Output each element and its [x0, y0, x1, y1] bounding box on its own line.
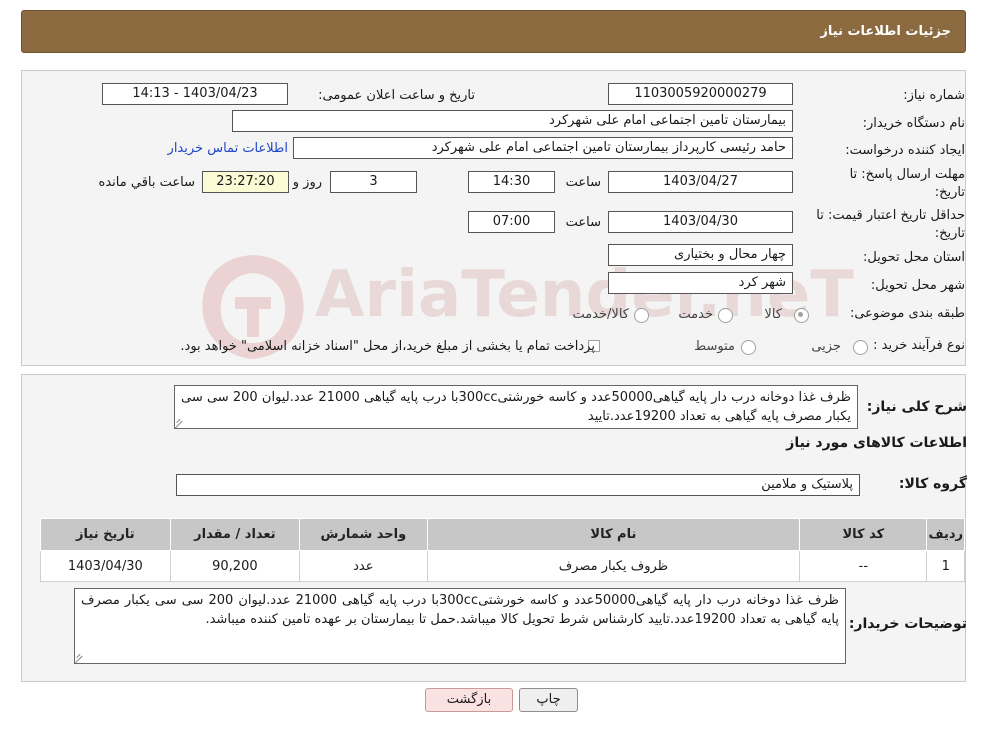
- validity-label: حداقل تاریخ اعتبار قیمت: تا: [816, 208, 965, 223]
- process-label: نوع فرآیند خرید :: [873, 338, 965, 353]
- table-row: 1 -- ظروف یکبار مصرف عدد 90,200 1403/04/…: [40, 550, 965, 582]
- city-label: شهر محل تحویل:: [870, 278, 965, 293]
- validity-time-label: ساعت: [565, 215, 601, 230]
- cell-row-num: 1: [926, 550, 965, 582]
- process-medium-label: متوسط: [694, 339, 735, 354]
- category-goods-service-label: کالا/خدمت: [572, 307, 629, 322]
- buyer-notes-label: توضیحات خریدار:: [848, 616, 967, 632]
- province-label: استان محل تحویل:: [863, 250, 965, 265]
- cell-unit: عدد: [299, 550, 428, 582]
- print-button[interactable]: چاپ: [519, 688, 578, 712]
- days-label: روز و: [292, 175, 322, 190]
- deadline-time-field: 14:30: [468, 171, 555, 193]
- summary-text: ظرف غذا دوخانه درب دار پایه گیاهی50000عد…: [181, 390, 851, 424]
- category-goods-label: کالا: [764, 307, 782, 322]
- col-header-quantity: تعداد / مقدار: [169, 518, 301, 551]
- category-service-label: خدمت: [678, 307, 713, 322]
- category-radio-goods-service[interactable]: [634, 308, 649, 323]
- process-note: پرداخت تمام یا بخشی از مبلغ خرید،از محل …: [180, 339, 595, 354]
- remaining-time-field: 23:27:20: [202, 171, 289, 193]
- buyer-notes-text: ظرف غذا دوخانه درب دار پایه گیاهی50000عد…: [81, 593, 839, 627]
- category-label: طبقه بندی موضوعی:: [849, 306, 965, 321]
- deadline-label: مهلت ارسال پاسخ: تا: [849, 167, 965, 182]
- summary-textarea[interactable]: ظرف غذا دوخانه درب دار پایه گیاهی50000عد…: [174, 385, 858, 429]
- resize-grip-icon[interactable]: [77, 653, 86, 662]
- goods-group-label: گروه کالا:: [898, 476, 967, 492]
- items-table: ردیف کد کالا نام کالا واحد شمارش تعداد /…: [40, 518, 965, 582]
- deadline-label-2: تاریخ:: [934, 185, 965, 200]
- col-header-need-date: تاریخ نیاز: [40, 518, 171, 551]
- cell-need-date: 1403/04/30: [40, 550, 171, 582]
- creator-field: حامد رئیسی کارپرداز بیمارستان تامین اجتم…: [293, 137, 793, 159]
- announce-field: 1403/04/23 - 14:13: [102, 83, 288, 105]
- buyer-org-field: بیمارستان تامین اجتماعی امام علی شهرکرد: [232, 110, 793, 132]
- category-radio-goods[interactable]: [794, 308, 809, 323]
- process-radio-minor[interactable]: [853, 340, 868, 355]
- remaining-label: ساعت باقي مانده: [98, 175, 195, 190]
- resize-grip-icon[interactable]: [177, 418, 186, 427]
- days-field: 3: [330, 171, 417, 193]
- buyer-contact-link[interactable]: اطلاعات تماس خریدار: [168, 139, 288, 159]
- cell-code: --: [799, 550, 928, 582]
- validity-date-field: 1403/04/30: [608, 211, 793, 233]
- goods-group-field: پلاستیک و ملامین: [176, 474, 860, 496]
- buyer-org-label: نام دستگاه خریدار:: [862, 116, 965, 131]
- col-header-code: کد کالا: [799, 518, 928, 551]
- validity-time-field: 07:00: [468, 211, 555, 233]
- back-button[interactable]: بازگشت: [425, 688, 513, 712]
- need-number-field: 1103005920000279: [608, 83, 793, 105]
- cell-name: ظروف یکبار مصرف: [426, 550, 801, 582]
- col-header-row-num: ردیف: [926, 518, 965, 551]
- category-radio-service[interactable]: [718, 308, 733, 323]
- cell-quantity: 90,200: [169, 550, 301, 582]
- need-number-label: شماره نیاز:: [903, 88, 965, 103]
- province-field: چهار محال و بختیاری: [608, 244, 793, 266]
- announce-label: تاریخ و ساعت اعلان عمومی:: [318, 88, 475, 103]
- col-header-unit: واحد شمارش: [299, 518, 428, 551]
- summary-label: شرح کلی نیاز:: [866, 399, 967, 415]
- page-title: جزئیات اطلاعات نیاز: [21, 10, 966, 53]
- city-field: شهر کرد: [608, 272, 793, 294]
- deadline-time-label: ساعت: [565, 175, 601, 190]
- goods-info-heading: اطلاعات کالاهای مورد نیاز: [786, 435, 967, 451]
- items-table-container: ردیف کد کالا نام کالا واحد شمارش تعداد /…: [40, 518, 965, 582]
- process-radio-medium[interactable]: [741, 340, 756, 355]
- process-minor-label: جزیی: [811, 339, 841, 354]
- buyer-notes-textarea[interactable]: ظرف غذا دوخانه درب دار پایه گیاهی50000عد…: [74, 588, 846, 664]
- validity-label-2: تاریخ:: [934, 226, 965, 241]
- col-header-name: نام کالا: [426, 518, 801, 551]
- table-header-row: ردیف کد کالا نام کالا واحد شمارش تعداد /…: [40, 518, 965, 551]
- deadline-date-field: 1403/04/27: [608, 171, 793, 193]
- creator-label: ایجاد کننده درخواست:: [845, 143, 965, 158]
